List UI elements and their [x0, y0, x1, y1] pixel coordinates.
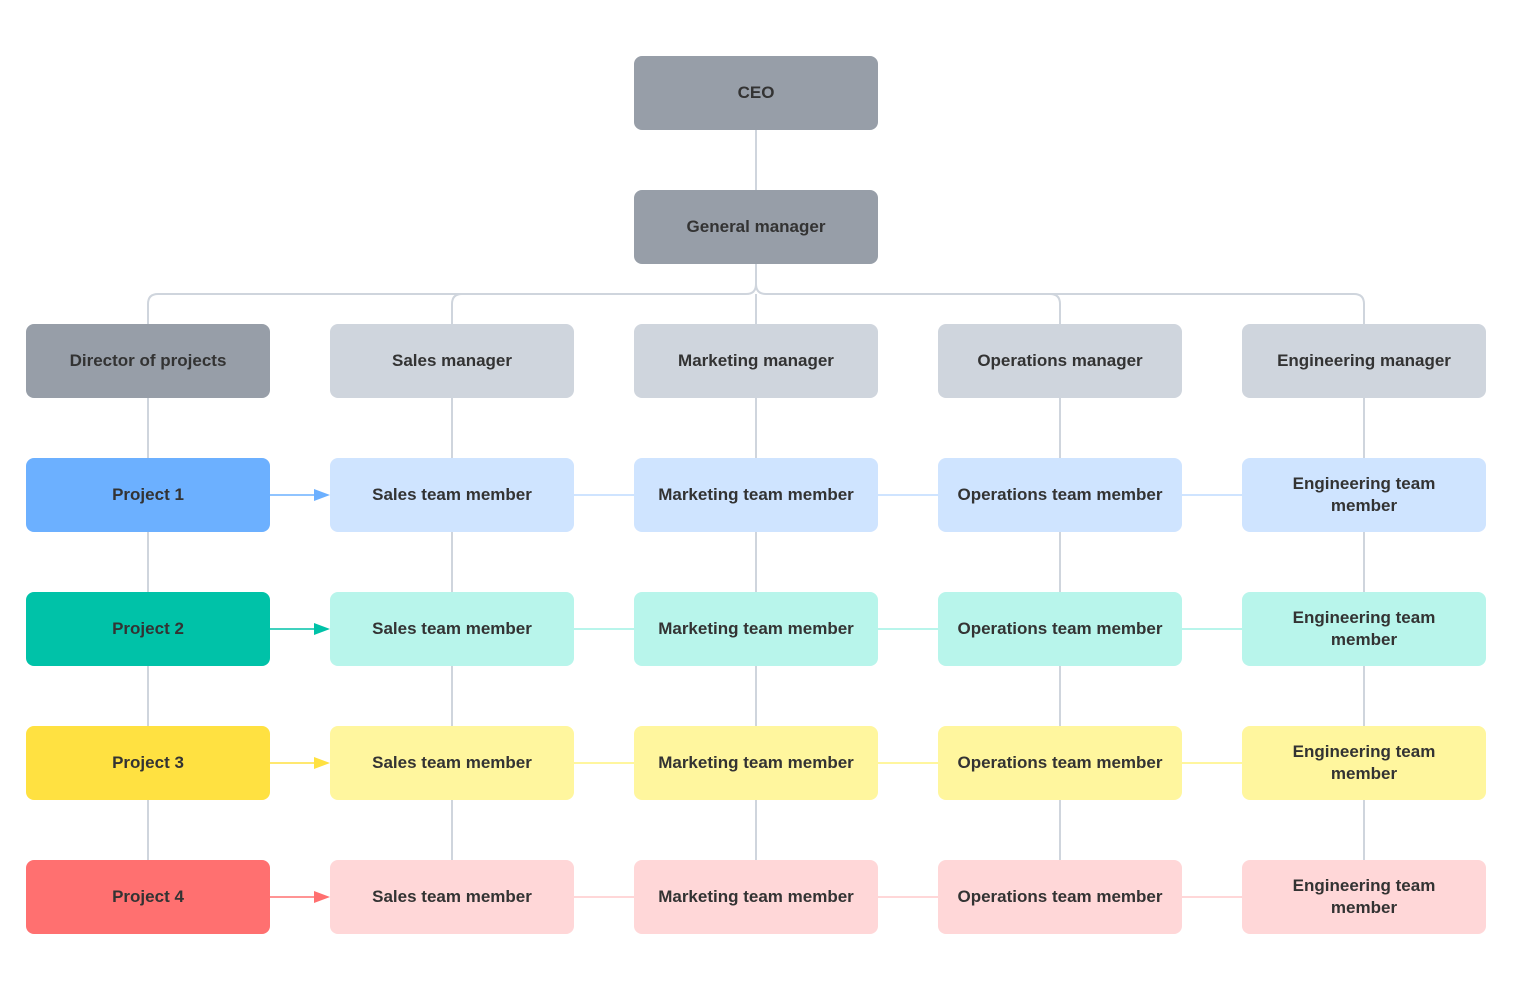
node-label: Operations team member — [957, 887, 1163, 906]
arrow-head-icon — [314, 489, 330, 501]
node-project-2[interactable]: Project 2 — [26, 592, 270, 666]
node-operations-team-member[interactable]: Operations team member — [938, 592, 1182, 666]
node-marketing-team-member[interactable]: Marketing team member — [634, 860, 878, 934]
node-label: Project 2 — [112, 619, 184, 638]
node-sales-team-member[interactable]: Sales team member — [330, 860, 574, 934]
node-label: Project 4 — [112, 887, 184, 906]
node-sales-team-member[interactable]: Sales team member — [330, 726, 574, 800]
node-engineering-team-member[interactable]: Engineering team member — [1242, 726, 1486, 800]
node-director-of-projects[interactable]: Director of projects — [26, 324, 270, 398]
arrow-head-icon — [314, 623, 330, 635]
node-engineering-team-member[interactable]: Engineering team member — [1242, 592, 1486, 666]
node-marketing-team-member[interactable]: Marketing team member — [634, 592, 878, 666]
node-label: Operations team member — [957, 485, 1163, 504]
node-sales-team-member[interactable]: Sales team member — [330, 458, 574, 532]
node-operations-team-member[interactable]: Operations team member — [938, 458, 1182, 532]
node-label: Marketing team member — [658, 619, 854, 638]
node-operations-team-member[interactable]: Operations team member — [938, 860, 1182, 934]
node-label: Sales team member — [372, 485, 532, 504]
node-sales-manager[interactable]: Sales manager — [330, 324, 574, 398]
arrow-head-icon — [314, 757, 330, 769]
node-label: Sales manager — [391, 351, 512, 370]
connector-gm-manager — [451, 293, 463, 324]
node-project-4[interactable]: Project 4 — [26, 860, 270, 934]
node-label: Engineering manager — [1277, 351, 1451, 370]
node-marketing-team-member[interactable]: Marketing team member — [634, 726, 878, 800]
node-label: Engineering team member — [1292, 608, 1436, 649]
arrow-head-icon — [314, 891, 330, 903]
node-general-manager[interactable]: General manager — [634, 190, 878, 264]
node-label: Sales team member — [372, 753, 532, 772]
node-label: Marketing team member — [658, 485, 854, 504]
connector-gm-manager — [1049, 293, 1061, 324]
node-label: Operations team member — [957, 619, 1163, 638]
node-label: Sales team member — [372, 619, 532, 638]
node-label: Sales team member — [372, 887, 532, 906]
node-label: Director of projects — [69, 351, 227, 370]
node-label: Project 3 — [112, 753, 184, 772]
node-operations-team-member[interactable]: Operations team member — [938, 726, 1182, 800]
node-engineering-team-member[interactable]: Engineering team member — [1242, 860, 1486, 934]
node-label: Engineering team member — [1292, 876, 1436, 917]
node-label: Project 1 — [112, 485, 184, 504]
node-label: Marketing team member — [658, 887, 854, 906]
node-sales-team-member[interactable]: Sales team member — [330, 592, 574, 666]
node-operations-manager[interactable]: Operations manager — [938, 324, 1182, 398]
node-marketing-team-member[interactable]: Marketing team member — [634, 458, 878, 532]
node-marketing-manager[interactable]: Marketing manager — [634, 324, 878, 398]
node-engineering-manager[interactable]: Engineering manager — [1242, 324, 1486, 398]
node-ceo[interactable]: CEO — [634, 56, 878, 130]
node-label: General manager — [686, 217, 826, 236]
node-label: Operations manager — [977, 351, 1143, 370]
node-label: Marketing team member — [658, 753, 854, 772]
node-label: Marketing manager — [678, 351, 834, 370]
node-label: Engineering team member — [1292, 474, 1436, 515]
node-project-1[interactable]: Project 1 — [26, 458, 270, 532]
node-label: CEO — [737, 83, 775, 102]
node-project-3[interactable]: Project 3 — [26, 726, 270, 800]
node-label: Engineering team member — [1292, 742, 1436, 783]
node-label: Operations team member — [957, 753, 1163, 772]
node-engineering-team-member[interactable]: Engineering team member — [1242, 458, 1486, 532]
